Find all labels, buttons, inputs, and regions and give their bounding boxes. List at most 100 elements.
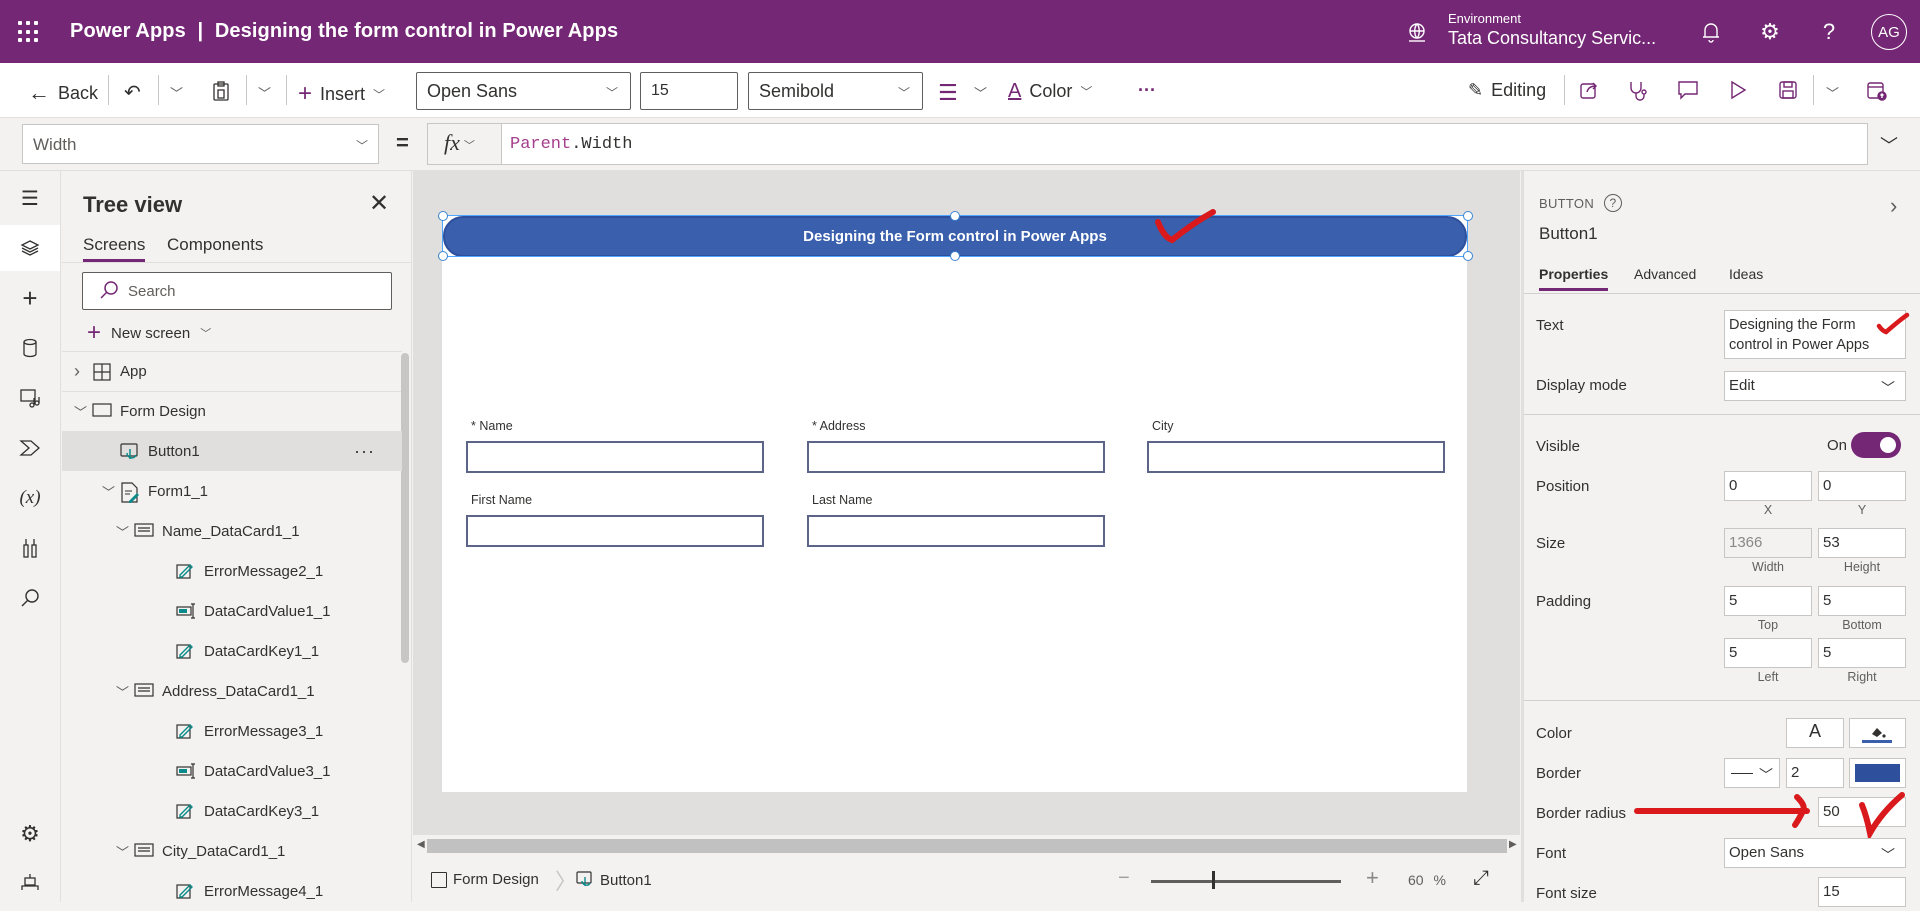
property-select[interactable]: Width ﹀	[22, 124, 379, 164]
data-cylinder-icon[interactable]	[0, 325, 60, 371]
align-chevron-down-icon[interactable]: ﹀	[974, 83, 987, 102]
formula-input[interactable]: Parent.Width	[501, 123, 1868, 165]
color-button[interactable]: A Color ﹀	[1008, 80, 1092, 103]
zoom-slider[interactable]	[1151, 880, 1341, 883]
height-input[interactable]: 53	[1818, 528, 1906, 558]
virtual-agent-bot-icon[interactable]	[0, 859, 60, 905]
tree-search-input[interactable]: Search	[82, 272, 392, 310]
canvas-horizontal-scrollbar[interactable]: ◀ ▶	[413, 835, 1520, 857]
display-mode-select[interactable]: Edit ﹀	[1724, 371, 1906, 401]
editing-mode-button[interactable]: ✎ Editing	[1468, 80, 1546, 101]
tab-properties[interactable]: Properties	[1539, 266, 1609, 291]
help-icon[interactable]: ?	[1817, 19, 1841, 44]
zoom-slider-thumb[interactable]	[1212, 871, 1215, 889]
media-icon[interactable]	[0, 375, 60, 421]
close-icon[interactable]: ✕	[369, 189, 389, 218]
tab-screens[interactable]: Screens	[83, 235, 146, 262]
tree-item-errormessage4-1[interactable]: ErrorMessage4_1	[62, 871, 402, 911]
chevron-down-icon[interactable]: ﹀	[102, 482, 115, 501]
zoom-out-icon[interactable]: −	[1118, 867, 1130, 890]
power-automate-icon[interactable]	[0, 425, 60, 471]
back-button[interactable]: ← Back	[28, 80, 98, 106]
settings-gear-icon[interactable]: ⚙	[0, 811, 60, 857]
border-color-button[interactable]	[1849, 758, 1906, 788]
zoom-in-icon[interactable]: +	[1366, 865, 1379, 891]
font-size-input[interactable]: 15	[640, 72, 738, 110]
preview-play-icon[interactable]	[1729, 80, 1747, 100]
position-x-input[interactable]: 0	[1724, 471, 1812, 501]
name-input[interactable]	[466, 441, 764, 473]
app-launcher-icon[interactable]	[18, 21, 40, 43]
chevron-down-icon[interactable]: ﹀	[74, 402, 87, 421]
tree-item-name-datacard1-1[interactable]: ﹀ Name_DataCard1_1	[62, 511, 402, 551]
tree-item-app[interactable]: › App	[62, 351, 402, 391]
fill-color-button[interactable]	[1849, 718, 1906, 748]
tab-advanced[interactable]: Advanced	[1634, 266, 1696, 288]
tree-item-form1-1[interactable]: ﹀ Form1_1	[62, 471, 402, 511]
text-color-button[interactable]: A	[1786, 718, 1844, 748]
tree-item-datacardkey1-1[interactable]: DataCardKey1_1	[62, 631, 402, 671]
notifications-icon[interactable]	[1699, 20, 1723, 44]
text-align-icon[interactable]: ☰	[938, 80, 958, 106]
paste-button[interactable]	[212, 80, 230, 102]
settings-gear-icon[interactable]: ⚙	[1758, 19, 1782, 44]
padding-left-input[interactable]: 5	[1724, 638, 1812, 668]
city-input[interactable]	[1147, 441, 1445, 473]
user-avatar[interactable]: AG	[1871, 14, 1907, 50]
scrollbar-thumb[interactable]	[427, 839, 1507, 853]
undo-chevron-down-icon[interactable]: ﹀	[170, 83, 183, 102]
environment-name[interactable]: Tata Consultancy Servic...	[1448, 28, 1656, 49]
publish-icon[interactable]	[1866, 80, 1888, 102]
tree-item-city-datacard1-1[interactable]: ﹀ City_DataCard1_1	[62, 831, 402, 871]
hamburger-menu-icon[interactable]: ☰	[0, 175, 60, 221]
app-screen-form-design[interactable]	[442, 215, 1467, 792]
chevron-right-icon[interactable]: ›	[74, 361, 80, 382]
chevron-down-icon[interactable]: ﹀	[116, 842, 129, 861]
resize-handle[interactable]	[438, 211, 448, 221]
border-width-input[interactable]: 2	[1786, 758, 1844, 788]
breadcrumb-screen[interactable]: Form Design	[431, 871, 539, 888]
paste-chevron-down-icon[interactable]: ﹀	[258, 83, 271, 102]
font-weight-select[interactable]: Semibold ﹀	[748, 72, 923, 110]
insert-button[interactable]: + Insert ﹀	[298, 80, 385, 108]
tree-item-datacardvalue1-1[interactable]: DataCardValue1_1	[62, 591, 402, 631]
padding-right-input[interactable]: 5	[1818, 638, 1906, 668]
tree-item-form design[interactable]: ﹀ Form Design	[62, 391, 402, 431]
function-fx-button[interactable]: fx ﹀	[427, 123, 502, 165]
scroll-left-arrow-icon[interactable]: ◀	[417, 839, 425, 850]
help-question-icon[interactable]: ?	[1604, 194, 1623, 212]
tab-ideas[interactable]: Ideas	[1729, 266, 1763, 288]
chevron-down-icon[interactable]: ﹀	[116, 682, 129, 701]
tab-components[interactable]: Components	[167, 235, 263, 259]
position-y-input[interactable]: 0	[1818, 471, 1906, 501]
undo-icon[interactable]: ↶	[124, 80, 141, 105]
search-icon[interactable]	[0, 575, 60, 621]
breadcrumb-control[interactable]: Button1	[576, 871, 652, 889]
more-options-icon[interactable]: ···	[1138, 80, 1156, 101]
tree-item-button1[interactable]: Button1 ···	[62, 431, 402, 471]
tree-item-errormessage2-1[interactable]: ErrorMessage2_1	[62, 551, 402, 591]
share-icon[interactable]	[1579, 80, 1599, 100]
collapse-panel-chevron-right-icon[interactable]: ›	[1890, 193, 1897, 219]
font-select[interactable]: Open Sans ﹀	[1724, 838, 1906, 868]
resize-handle[interactable]	[1463, 251, 1473, 261]
more-options-icon[interactable]: ···	[354, 441, 375, 462]
tree-scrollbar[interactable]	[401, 353, 409, 663]
resize-handle[interactable]	[950, 211, 960, 221]
scroll-right-arrow-icon[interactable]: ▶	[1509, 839, 1517, 850]
app-checker-stethoscope-icon[interactable]	[1628, 80, 1650, 102]
tree-item-datacardkey3-1[interactable]: DataCardKey3_1	[62, 791, 402, 831]
visible-toggle[interactable]	[1851, 432, 1901, 458]
tree-item-address-datacard1-1[interactable]: ﹀ Address_DataCard1_1	[62, 671, 402, 711]
font-family-select[interactable]: Open Sans ﹀	[416, 72, 631, 110]
comments-icon[interactable]	[1677, 80, 1699, 100]
tree-item-errormessage3-1[interactable]: ErrorMessage3_1	[62, 711, 402, 751]
address-input[interactable]	[807, 441, 1105, 473]
tree-view-layers-icon[interactable]	[0, 225, 60, 271]
tree-item-datacardvalue3-1[interactable]: DataCardValue3_1	[62, 751, 402, 791]
new-screen-button[interactable]: + New screen ﹀	[87, 319, 211, 347]
resize-handle[interactable]	[438, 251, 448, 261]
save-chevron-down-icon[interactable]: ﹀	[1826, 83, 1839, 102]
advanced-tools-icon[interactable]	[0, 525, 60, 571]
fit-to-window-icon[interactable]: ⤢	[1473, 867, 1489, 890]
